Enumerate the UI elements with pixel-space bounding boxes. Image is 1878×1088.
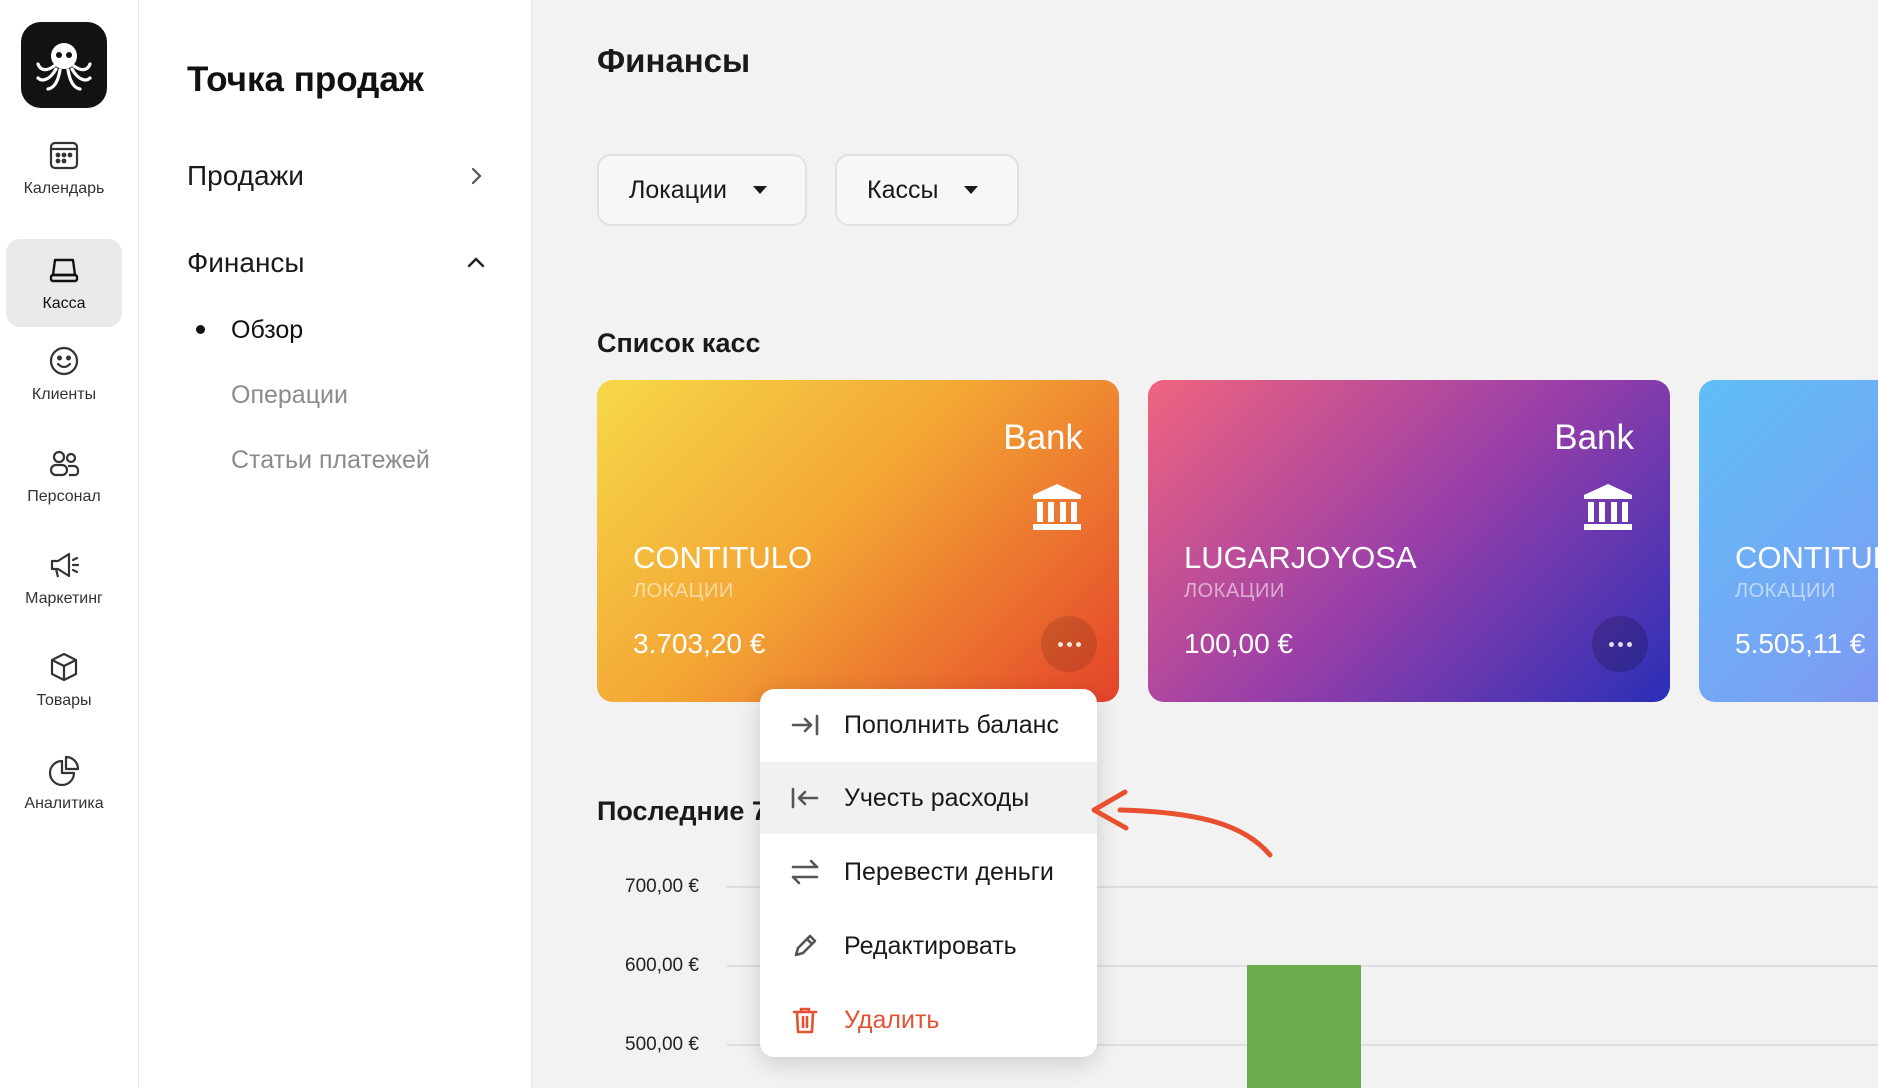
caret-down-icon — [752, 186, 767, 194]
octopus-logo[interactable] — [21, 22, 107, 108]
chart-bar — [1247, 965, 1361, 1088]
staff-icon — [49, 450, 80, 477]
nav-section-finance[interactable]: Финансы — [187, 241, 487, 285]
nav-item-overview[interactable]: Обзор — [231, 316, 303, 345]
active-bullet — [196, 325, 205, 334]
octopus-icon — [36, 43, 92, 91]
rail-item-products[interactable]: Товары — [6, 636, 122, 724]
transfer-icon — [791, 859, 819, 885]
nav-section-sales-label: Продажи — [187, 160, 304, 191]
register-icon — [49, 258, 79, 283]
menu-item-label: Удалить — [844, 1005, 940, 1034]
rail-label-analytics: Аналитика — [24, 795, 104, 812]
calendar-icon — [49, 141, 79, 170]
card-type: Bank — [1554, 418, 1634, 457]
card-amount: 100,00 € — [1184, 628, 1293, 659]
register-card[interactable]: Bank LUGARJOYOSA ЛОКАЦИИ 100,00 € — [1148, 380, 1670, 702]
rail-label-clients: Клиенты — [31, 386, 97, 403]
app-root: Календарь Касса Клиенты Персонал Маркети… — [0, 0, 1878, 1088]
registers-filter[interactable]: Кассы — [835, 154, 1019, 226]
menu-item-label: Пополнить баланс — [844, 710, 1059, 739]
y-tick-label: 700,00 € — [625, 876, 699, 897]
card-location-label: ЛОКАЦИИ — [1735, 580, 1836, 602]
card-more-button[interactable] — [1592, 616, 1648, 672]
card-location-label: ЛОКАЦИИ — [1184, 580, 1285, 602]
card-location-label: ЛОКАЦИИ — [633, 580, 734, 602]
menu-item-expense[interactable]: Учесть расходы — [760, 762, 1097, 834]
recent-chart: 700,00 € 600,00 € 500,00 € — [533, 860, 1878, 1088]
recent-section-title: Последние 7 — [597, 796, 767, 826]
rail-label-calendar: Календарь — [23, 180, 105, 197]
card-name: CONTITUL — [1735, 540, 1878, 575]
arrow-out-icon — [791, 787, 819, 809]
card-name: LUGARJOYOSA — [1184, 540, 1417, 575]
rail-item-marketing[interactable]: Маркетинг — [6, 534, 122, 622]
card-more-button[interactable] — [1041, 616, 1097, 672]
annotation-arrow-icon — [1091, 789, 1273, 858]
menu-item-top-up[interactable]: Пополнить баланс — [760, 689, 1097, 761]
menu-item-label: Учесть расходы — [844, 783, 1030, 812]
pie-chart-icon — [48, 755, 80, 787]
nav-item-payment-articles[interactable]: Статьи платежей — [231, 446, 430, 475]
menu-item-delete[interactable]: Удалить — [760, 984, 1097, 1056]
pencil-icon — [794, 934, 817, 957]
card-name: CONTITULO — [633, 540, 813, 575]
menu-item-edit[interactable]: Редактировать — [760, 910, 1097, 982]
registers-filter-label: Кассы — [867, 175, 939, 204]
locations-filter-label: Локации — [629, 175, 727, 204]
bank-icon — [1033, 484, 1081, 530]
rail-item-register[interactable]: Касса — [6, 239, 122, 327]
chevron-up-icon — [467, 257, 485, 268]
y-tick-label: 500,00 € — [625, 1034, 699, 1055]
y-tick-label: 600,00 € — [625, 955, 699, 976]
rail-item-clients[interactable]: Клиенты — [6, 330, 122, 418]
nav-section-sales[interactable]: Продажи — [187, 154, 487, 198]
registers-section-title: Список касс — [597, 328, 761, 358]
bank-icon — [1584, 484, 1632, 530]
megaphone-icon — [50, 552, 80, 578]
card-amount: 5.505,11 € — [1735, 628, 1866, 659]
register-card[interactable]: CONTITUL ЛОКАЦИИ 5.505,11 € — [1699, 380, 1878, 702]
rail-label-staff: Персонал — [27, 488, 101, 505]
caret-down-icon — [964, 186, 979, 194]
menu-item-label: Редактировать — [844, 931, 1017, 960]
rail-label-products: Товары — [36, 692, 92, 709]
chevron-right-icon — [471, 167, 482, 185]
subnav-title: Точка продаж — [187, 60, 424, 99]
rail-label-marketing: Маркетинг — [25, 590, 103, 607]
smile-icon — [49, 346, 79, 376]
rail-item-analytics[interactable]: Аналитика — [6, 739, 122, 827]
icon-rail: Календарь Касса Клиенты Персонал Маркети… — [0, 0, 139, 1088]
locations-filter[interactable]: Локации — [597, 154, 807, 226]
menu-item-transfer[interactable]: Перевести деньги — [760, 836, 1097, 908]
rail-item-staff[interactable]: Персонал — [6, 432, 122, 520]
nav-item-operations[interactable]: Операции — [231, 381, 348, 410]
more-dots-icon — [1057, 641, 1081, 647]
register-card[interactable]: Bank CONTITULO ЛОКАЦИИ 3.703,20 € — [597, 380, 1119, 702]
menu-item-label: Перевести деньги — [844, 857, 1054, 886]
page-title: Финансы — [597, 42, 751, 79]
more-dots-icon — [1608, 641, 1632, 647]
box-icon — [50, 652, 78, 682]
rail-item-calendar[interactable]: Календарь — [6, 124, 122, 212]
main-content: Финансы Локации Кассы Список касс Bank C… — [533, 0, 1878, 1088]
card-amount: 3.703,20 € — [633, 628, 766, 659]
secondary-nav: Точка продаж Продажи Финансы Обзор Опера… — [139, 0, 532, 1088]
arrow-in-icon — [791, 714, 819, 736]
rail-label-register: Касса — [42, 295, 86, 312]
trash-icon — [792, 1007, 818, 1034]
card-type: Bank — [1003, 418, 1083, 457]
card-context-menu: Пополнить баланс Учесть расходы Перевест… — [760, 689, 1097, 1057]
nav-section-finance-label: Финансы — [187, 247, 305, 278]
